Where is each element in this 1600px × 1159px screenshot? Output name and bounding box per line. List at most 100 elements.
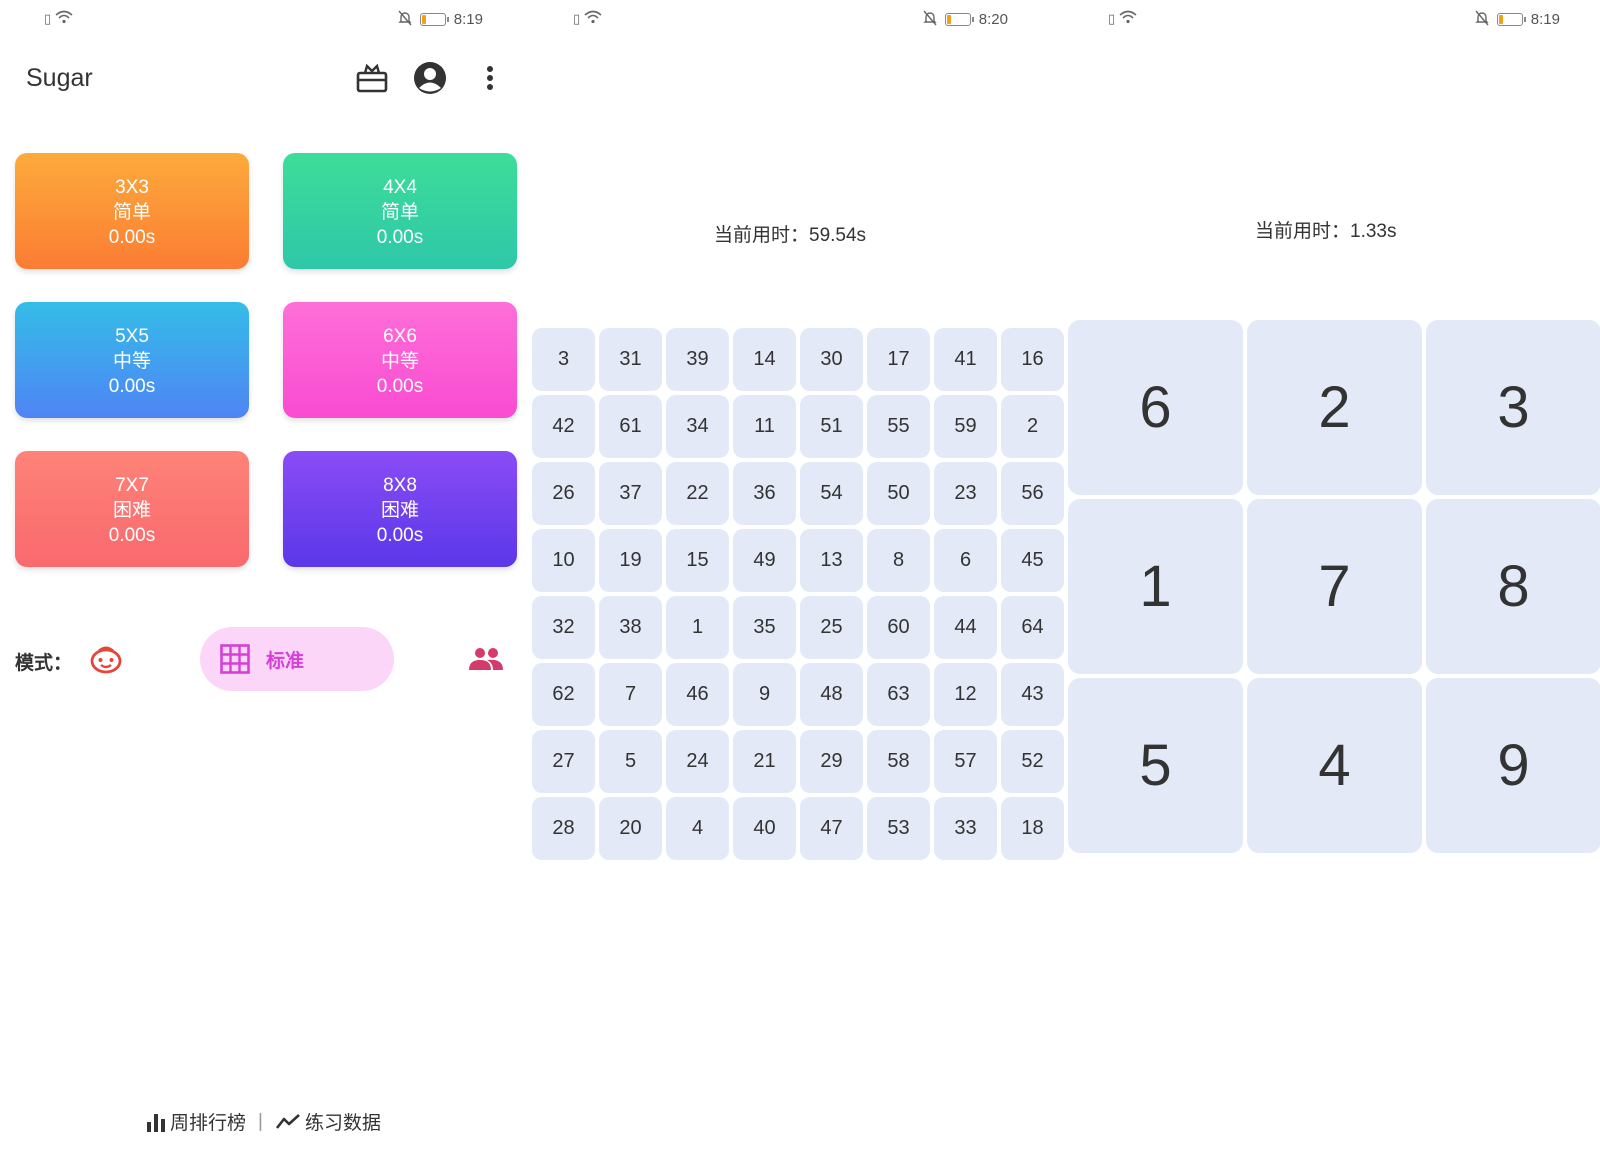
puzzle-tile[interactable]: 25	[800, 596, 863, 659]
people-icon[interactable]	[466, 644, 506, 674]
puzzle-tile[interactable]: 52	[1001, 730, 1064, 793]
grid-icon	[220, 644, 250, 674]
puzzle-tile[interactable]: 32	[532, 596, 595, 659]
puzzle-tile[interactable]: 45	[1001, 529, 1064, 592]
level-card-6x6[interactable]: 6X6 中等 0.00s	[283, 302, 517, 418]
practice-data-label: 练习数据	[304, 1113, 381, 1134]
puzzle-tile[interactable]: 49	[733, 529, 796, 592]
puzzle-tile[interactable]: 40	[733, 797, 796, 860]
status-time: 8:19	[453, 11, 483, 28]
puzzle-tile[interactable]: 1	[1068, 499, 1243, 674]
puzzle-tile[interactable]: 41	[934, 328, 997, 391]
puzzle-tile[interactable]: 44	[934, 596, 997, 659]
puzzle-tile[interactable]: 47	[800, 797, 863, 860]
puzzle-tile[interactable]: 37	[599, 462, 662, 525]
home-screen: ▯ 8:19 Sugar 3X3 简单 0.00s 4X4 简单 0.00s 5…	[0, 0, 535, 1159]
level-card-5x5[interactable]: 5X5 中等 0.00s	[15, 302, 249, 418]
elapsed-timer-3x3: 当前用时：1.33s	[1255, 221, 1397, 242]
puzzle-tile[interactable]: 56	[1001, 462, 1064, 525]
mode-standard-button[interactable]: 标准	[200, 627, 394, 691]
puzzle-tile[interactable]: 54	[800, 462, 863, 525]
puzzle-tile[interactable]: 34	[666, 395, 729, 458]
puzzle-tile[interactable]: 2	[1247, 320, 1422, 495]
puzzle-tile[interactable]: 9	[733, 663, 796, 726]
puzzle-tile[interactable]: 8	[867, 529, 930, 592]
level-card-8x8[interactable]: 8X8 困难 0.00s	[283, 451, 517, 567]
puzzle-board-3x3: 623 178 549	[1068, 320, 1600, 853]
puzzle-tile[interactable]: 48	[800, 663, 863, 726]
puzzle-tile[interactable]: 13	[800, 529, 863, 592]
puzzle-tile[interactable]: 53	[867, 797, 930, 860]
puzzle-tile[interactable]: 51	[800, 395, 863, 458]
puzzle-tile[interactable]: 36	[733, 462, 796, 525]
puzzle-tile[interactable]: 6	[934, 529, 997, 592]
puzzle-tile[interactable]: 28	[532, 797, 595, 860]
practice-data-link[interactable]: 练习数据	[275, 1108, 381, 1135]
puzzle-tile[interactable]: 57	[934, 730, 997, 793]
puzzle-tile[interactable]: 7	[599, 663, 662, 726]
puzzle-tile[interactable]: 14	[733, 328, 796, 391]
puzzle-tile[interactable]: 26	[532, 462, 595, 525]
status-bar: ▯ 8:20	[535, 8, 1070, 32]
more-vert-icon[interactable]	[472, 60, 508, 96]
puzzle-tile[interactable]: 50	[867, 462, 930, 525]
puzzle-tile[interactable]: 59	[934, 395, 997, 458]
level-size: 5X5	[115, 326, 149, 347]
puzzle-tile[interactable]: 6	[1068, 320, 1243, 495]
puzzle-tile[interactable]: 55	[867, 395, 930, 458]
puzzle-tile[interactable]: 43	[1001, 663, 1064, 726]
puzzle-tile[interactable]: 61	[599, 395, 662, 458]
puzzle-tile[interactable]: 29	[800, 730, 863, 793]
puzzle-tile[interactable]: 46	[666, 663, 729, 726]
level-card-3x3[interactable]: 3X3 简单 0.00s	[15, 153, 249, 269]
puzzle-tile[interactable]: 18	[1001, 797, 1064, 860]
puzzle-tile[interactable]: 58	[867, 730, 930, 793]
bottom-links: 周排行榜 | 练习数据	[146, 1108, 381, 1135]
puzzle-tile[interactable]: 60	[867, 596, 930, 659]
puzzle-tile[interactable]: 63	[867, 663, 930, 726]
battery-icon	[1496, 13, 1526, 26]
puzzle-tile[interactable]: 21	[733, 730, 796, 793]
puzzle-tile[interactable]: 42	[532, 395, 595, 458]
puzzle-tile[interactable]: 24	[666, 730, 729, 793]
puzzle-tile[interactable]: 22	[666, 462, 729, 525]
puzzle-tile[interactable]: 11	[733, 395, 796, 458]
puzzle-tile[interactable]: 15	[666, 529, 729, 592]
puzzle-tile[interactable]: 7	[1247, 499, 1422, 674]
puzzle-tile[interactable]: 64	[1001, 596, 1064, 659]
puzzle-tile[interactable]: 1	[666, 596, 729, 659]
puzzle-tile[interactable]: 27	[532, 730, 595, 793]
puzzle-tile[interactable]: 20	[599, 797, 662, 860]
puzzle-tile[interactable]: 8	[1426, 499, 1600, 674]
level-card-7x7[interactable]: 7X7 困难 0.00s	[15, 451, 249, 567]
puzzle-tile[interactable]: 19	[599, 529, 662, 592]
account-icon[interactable]	[412, 60, 448, 96]
puzzle-tile[interactable]: 5	[1068, 678, 1243, 853]
weekly-rank-link[interactable]: 周排行榜	[146, 1108, 246, 1135]
puzzle-tile[interactable]: 23	[934, 462, 997, 525]
puzzle-tile[interactable]: 31	[599, 328, 662, 391]
puzzle-tile[interactable]: 30	[800, 328, 863, 391]
link-separator: |	[258, 1110, 263, 1132]
puzzle-tile[interactable]: 3	[532, 328, 595, 391]
puzzle-tile[interactable]: 5	[599, 730, 662, 793]
puzzle-tile[interactable]: 4	[1247, 678, 1422, 853]
puzzle-tile[interactable]: 38	[599, 596, 662, 659]
puzzle-tile[interactable]: 33	[934, 797, 997, 860]
puzzle-tile[interactable]: 2	[1001, 395, 1064, 458]
gift-icon[interactable]	[354, 60, 390, 96]
puzzle-tile[interactable]: 16	[1001, 328, 1064, 391]
puzzle-tile[interactable]: 10	[532, 529, 595, 592]
puzzle-tile[interactable]: 39	[666, 328, 729, 391]
sim-alert-icon: ▯	[1108, 10, 1116, 26]
puzzle-tile[interactable]: 17	[867, 328, 930, 391]
puzzle-tile[interactable]: 3	[1426, 320, 1600, 495]
puzzle-tile[interactable]: 35	[733, 596, 796, 659]
puzzle-tile[interactable]: 12	[934, 663, 997, 726]
puzzle-tile[interactable]: 62	[532, 663, 595, 726]
puzzle-tile[interactable]: 4	[666, 797, 729, 860]
level-difficulty: 中等	[380, 351, 419, 372]
puzzle-tile[interactable]: 9	[1426, 678, 1600, 853]
level-card-4x4[interactable]: 4X4 简单 0.00s	[283, 153, 517, 269]
face-icon[interactable]	[88, 642, 124, 678]
